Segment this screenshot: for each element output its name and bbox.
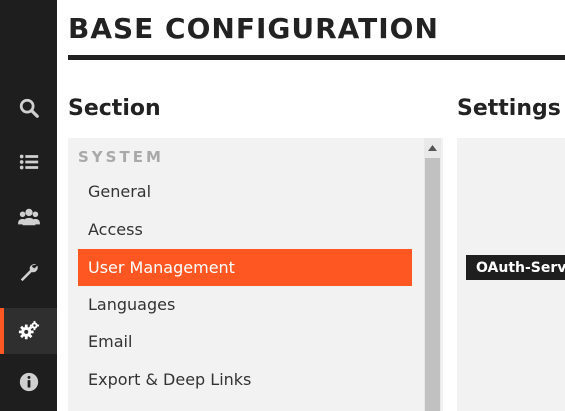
rail-item-info[interactable] xyxy=(0,363,57,400)
list-icon xyxy=(19,154,38,169)
section-item-export-deep-links[interactable]: Export & Deep Links xyxy=(78,361,412,398)
users-icon xyxy=(17,208,40,225)
info-icon xyxy=(19,372,38,391)
sidebar-rail xyxy=(0,0,57,411)
gears-icon xyxy=(18,320,39,340)
section-heading: Section xyxy=(68,96,161,121)
section-item-email[interactable]: Email xyxy=(78,323,412,360)
triangle-up-icon xyxy=(428,145,437,151)
scrollbar-thumb[interactable] xyxy=(425,158,440,411)
rail-item-users[interactable] xyxy=(0,198,57,235)
page-title: BASE CONFIGURATION xyxy=(68,12,439,45)
rail-item-configuration[interactable] xyxy=(0,308,57,354)
scroll-up-button[interactable] xyxy=(424,142,441,154)
rail-item-list[interactable] xyxy=(0,143,57,180)
title-divider xyxy=(68,55,565,60)
section-scrollbar[interactable] xyxy=(424,138,441,411)
wrench-icon xyxy=(20,263,38,281)
rail-item-tools[interactable] xyxy=(0,253,57,290)
settings-heading: Settings xyxy=(457,96,561,121)
settings-row-oauth[interactable]: OAuth-Serv xyxy=(466,255,565,280)
rail-item-search[interactable] xyxy=(0,89,57,126)
section-list: SYSTEM General Access User Management La… xyxy=(68,138,443,411)
section-item-languages[interactable]: Languages xyxy=(78,286,412,323)
section-group-label: SYSTEM xyxy=(78,148,164,166)
section-item-general[interactable]: General xyxy=(78,173,412,210)
section-item-access[interactable]: Access xyxy=(78,211,412,248)
search-icon xyxy=(19,98,39,118)
section-item-user-management[interactable]: User Management xyxy=(78,249,412,286)
